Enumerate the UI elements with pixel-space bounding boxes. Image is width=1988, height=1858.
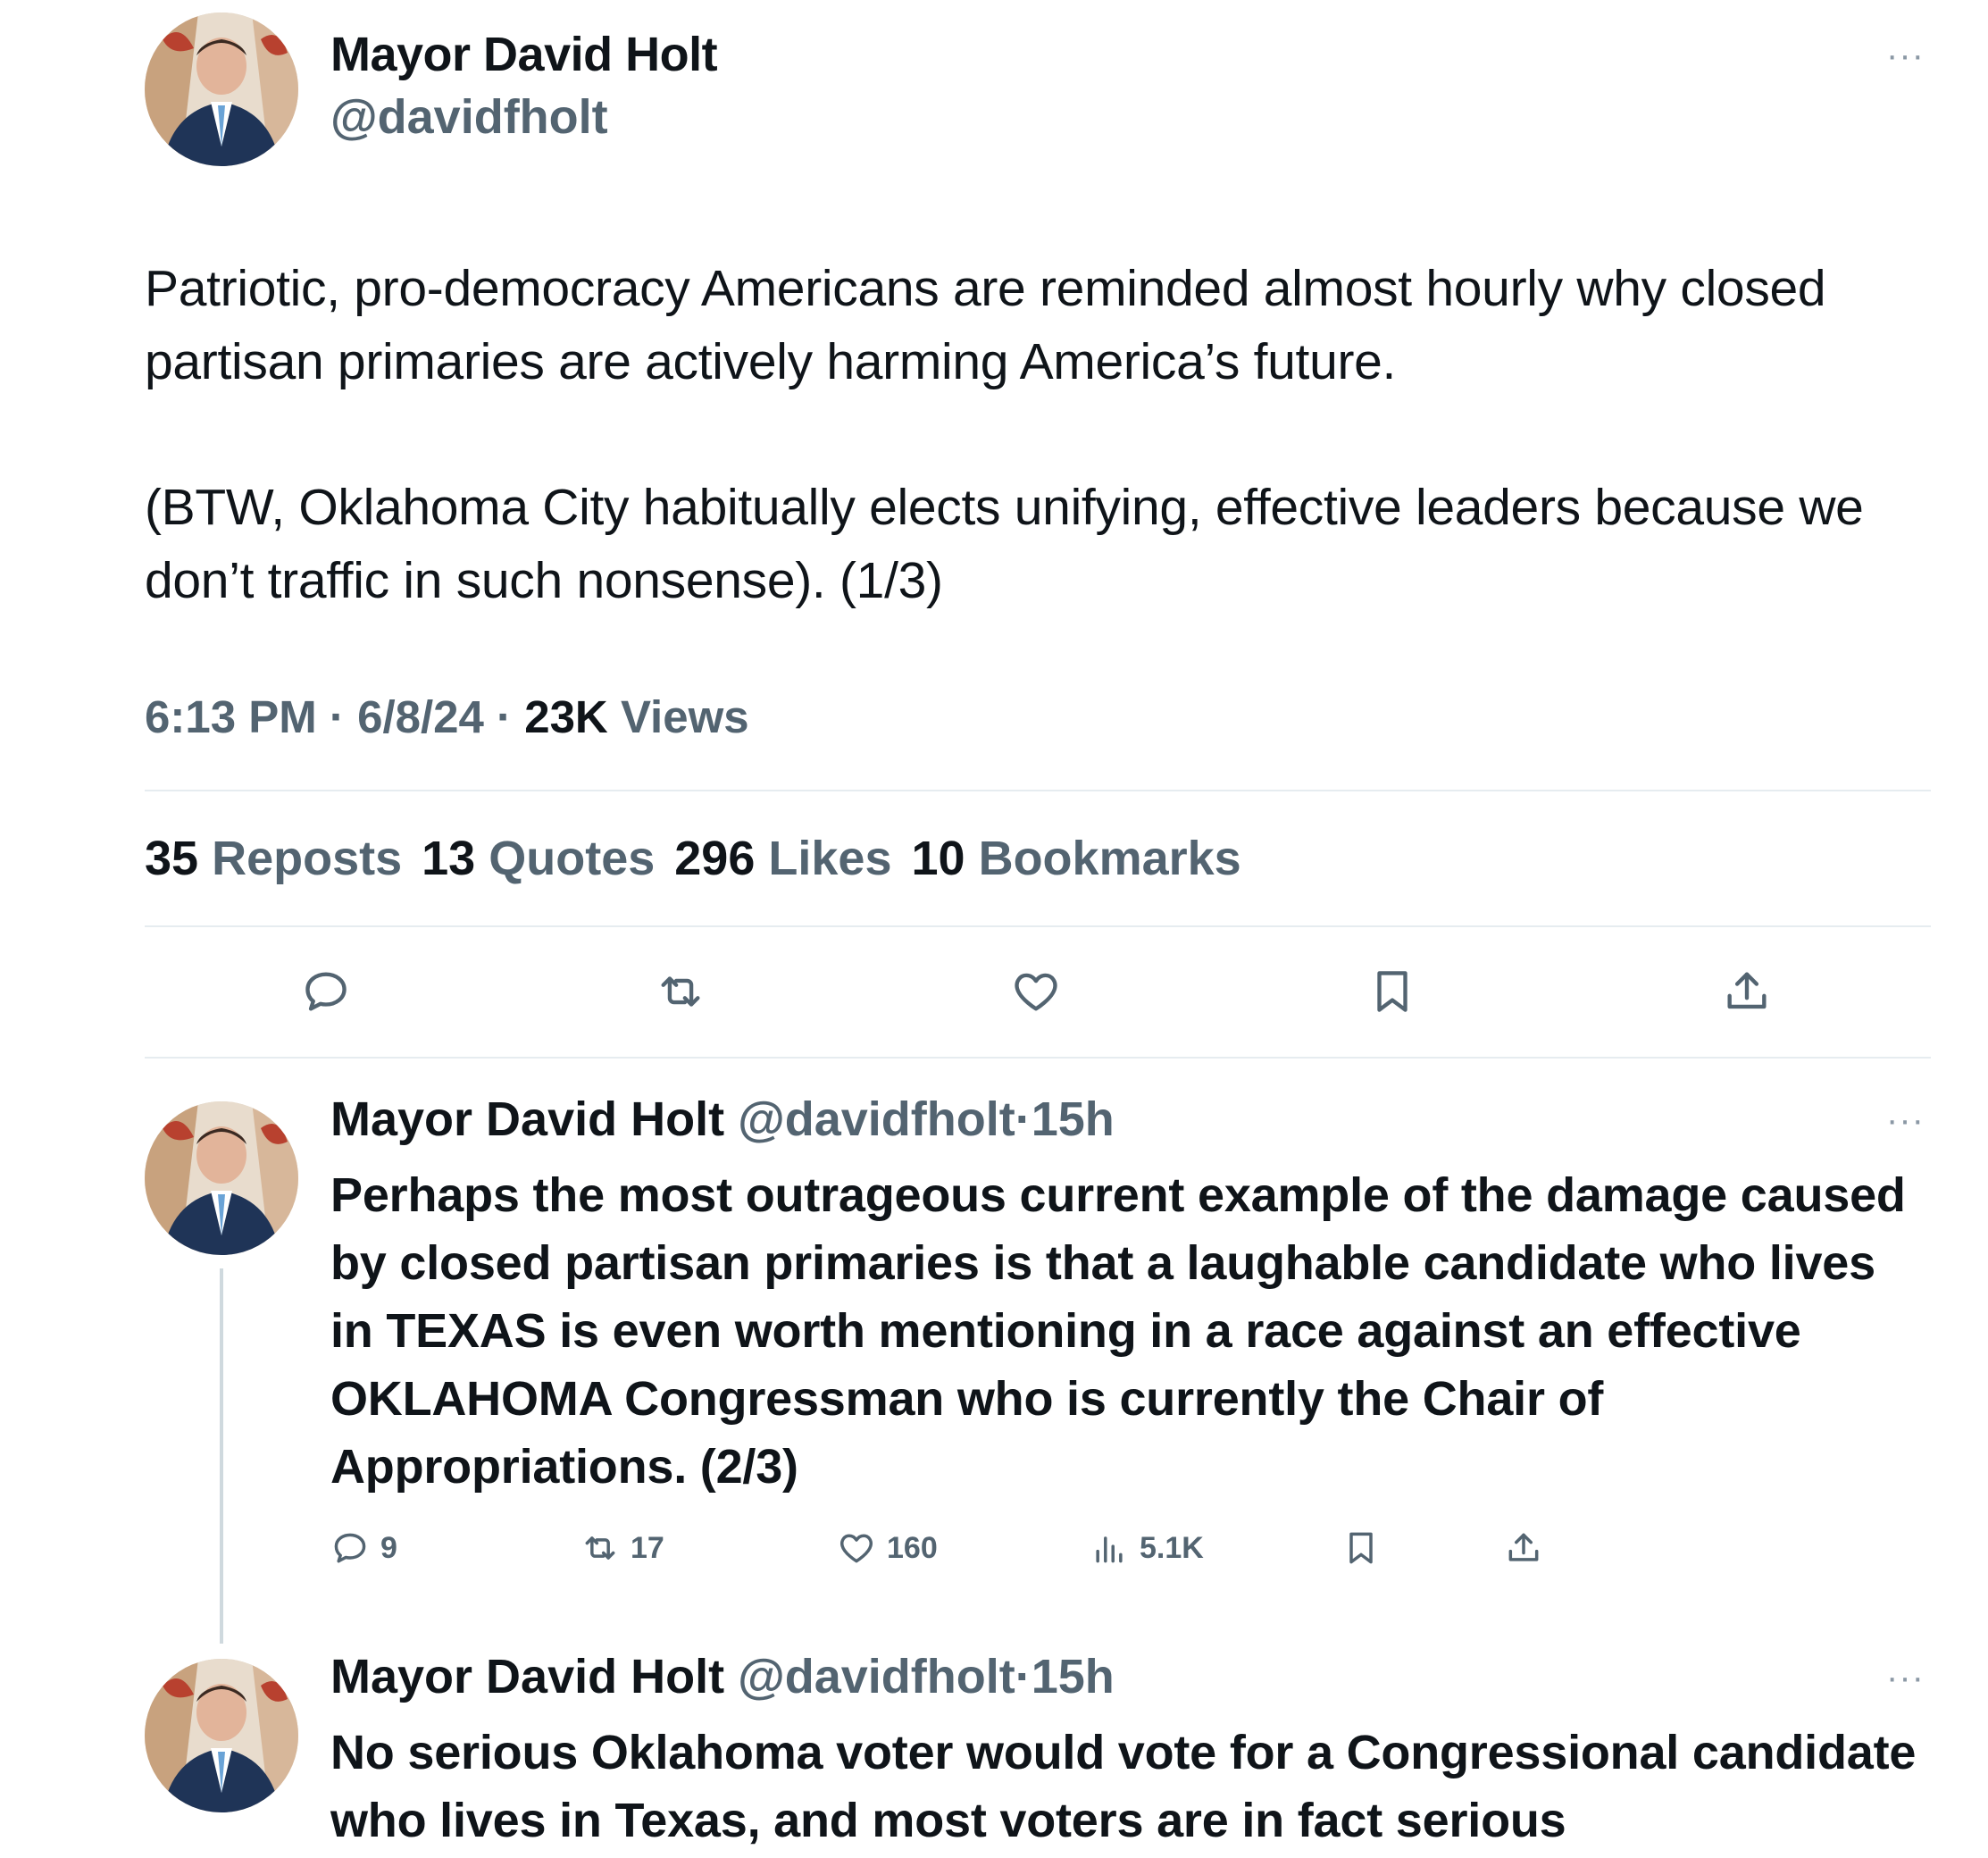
separator: ·: [329, 691, 345, 742]
like-count: 160: [887, 1530, 938, 1565]
views-count: 23K: [524, 691, 608, 742]
reply-icon: [334, 1533, 366, 1563]
bookmark-icon[interactable]: [1366, 966, 1418, 1017]
tweet-text: Patriotic, pro-democracy Americans are r…: [145, 252, 1940, 398]
reposts-label: Reposts: [212, 832, 403, 885]
thread-line: [220, 1268, 223, 1644]
views-icon: [1096, 1536, 1123, 1563]
like-icon: [840, 1534, 873, 1563]
quotes-stat[interactable]: 13 Quotes: [422, 832, 674, 885]
repost-count: 17: [631, 1530, 664, 1565]
views-button[interactable]: 5.1K: [1090, 1528, 1204, 1568]
author-name[interactable]: Mayor David Holt: [330, 1092, 724, 1146]
views-label: Views: [620, 691, 749, 742]
tweet-time[interactable]: 6:13 PM: [145, 691, 317, 742]
separator: ·: [497, 691, 513, 742]
more-horizontal-icon[interactable]: ···: [1886, 1658, 1925, 1698]
reply-header: Mayor David Holt @davidfholt·15h: [330, 1092, 1115, 1147]
bookmark-icon: [1349, 1532, 1373, 1564]
bookmarks-count: 10: [911, 832, 965, 885]
tweet-time[interactable]: 15h: [1032, 1650, 1115, 1703]
bookmarks-label: Bookmarks: [978, 832, 1241, 885]
engagement-stats: 35 Reposts 13 Quotes 296 Likes 10 Bookmarks: [145, 831, 1261, 886]
more-horizontal-icon[interactable]: ···: [1886, 1101, 1925, 1141]
reposts-stat[interactable]: 35 Reposts: [145, 832, 422, 885]
author-name[interactable]: Mayor David Holt: [330, 27, 718, 82]
share-button[interactable]: [1504, 1528, 1543, 1568]
likes-count: 296: [674, 832, 756, 885]
tweet-meta: 6:13 PM · 6/8/24 · 23K Views: [145, 690, 749, 743]
likes-stat[interactable]: 296 Likes: [674, 832, 911, 885]
avatar[interactable]: [145, 13, 298, 166]
reposts-count: 35: [145, 832, 199, 885]
more-horizontal-icon[interactable]: ···: [1886, 36, 1925, 76]
repost-icon[interactable]: [655, 966, 706, 1017]
divider: [145, 790, 1931, 791]
reply-count: 9: [380, 1530, 397, 1565]
author-handle[interactable]: @davidfholt: [330, 89, 608, 145]
reply-icon[interactable]: [300, 966, 352, 1017]
quotes-label: Quotes: [489, 832, 656, 885]
tweet-text: (BTW, Oklahoma City habitually elects un…: [145, 471, 1940, 617]
share-icon: [1508, 1533, 1539, 1561]
author-name[interactable]: Mayor David Holt: [330, 1650, 724, 1703]
repost-button[interactable]: 17: [581, 1528, 664, 1568]
author-handle[interactable]: @davidfholt: [738, 1650, 1015, 1703]
avatar[interactable]: [145, 1659, 298, 1812]
tweet-paragraph: (BTW, Oklahoma City habitually elects un…: [145, 479, 1864, 609]
like-icon[interactable]: [1010, 966, 1062, 1017]
bookmarks-stat[interactable]: 10 Bookmarks: [911, 832, 1260, 885]
tweet-time[interactable]: 15h: [1032, 1092, 1115, 1146]
divider: [145, 1057, 1931, 1059]
share-icon[interactable]: [1721, 966, 1773, 1017]
likes-label: Likes: [768, 832, 892, 885]
tweet-date[interactable]: 6/8/24: [357, 691, 484, 742]
reply-button[interactable]: 9: [330, 1528, 397, 1568]
quotes-count: 13: [422, 832, 476, 885]
like-button[interactable]: 160: [837, 1528, 938, 1568]
avatar[interactable]: [145, 1101, 298, 1255]
repost-icon: [585, 1536, 615, 1560]
separator: ·: [1015, 1092, 1032, 1146]
views-count: 5.1K: [1140, 1530, 1204, 1565]
tweet-text: No serious Oklahoma voter would vote for…: [330, 1726, 1917, 1847]
bookmark-button[interactable]: [1341, 1528, 1381, 1568]
tweet-paragraph: Patriotic, pro-democracy Americans are r…: [145, 260, 1826, 390]
author-handle[interactable]: @davidfholt: [738, 1092, 1015, 1146]
tweet-text: Perhaps the most outrageous current exam…: [330, 1168, 1906, 1494]
divider: [145, 925, 1931, 927]
reply-header: Mayor David Holt @davidfholt·15h: [330, 1649, 1115, 1704]
separator: ·: [1015, 1650, 1032, 1703]
